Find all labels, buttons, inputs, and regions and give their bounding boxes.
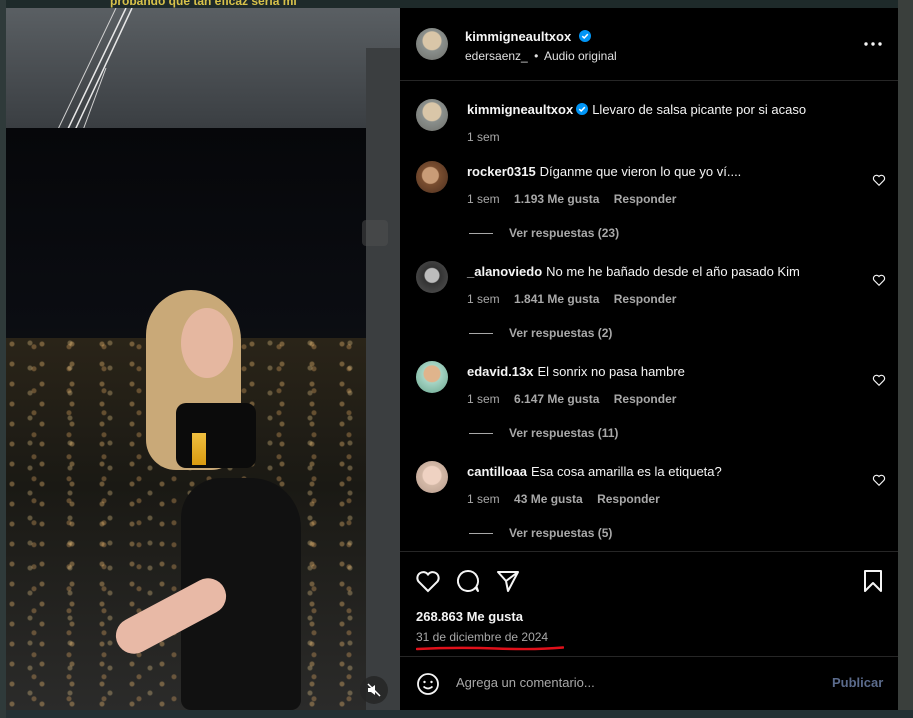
replies-line — [469, 433, 493, 435]
comment-body: cantilloaa Esa cosa amarilla es la etique… — [467, 463, 862, 480]
post-media-video[interactable] — [6, 8, 400, 710]
author-username[interactable]: kimmigneaultxox — [465, 29, 571, 44]
comment-meta: 1 sem 43 Me gusta Responder — [467, 492, 671, 506]
background-tile-bottom — [0, 710, 913, 718]
commenter-avatar[interactable] — [416, 161, 448, 193]
comment-heart-icon[interactable] — [872, 273, 886, 287]
audio-user[interactable]: edersaenz_ — [465, 49, 528, 63]
comment-text: Esa cosa amarilla es la etiqueta? — [530, 464, 722, 479]
audio-label[interactable]: Audio original — [544, 49, 617, 63]
share-send-icon[interactable] — [495, 568, 521, 594]
reply-button[interactable]: Responder — [614, 392, 677, 406]
comment-meta: 1 sem 1.841 Me gusta Responder — [467, 292, 687, 306]
comment-username[interactable]: edavid.13x — [467, 364, 534, 379]
comments-list[interactable]: kimmigneaultxox Llevaro de salsa picante … — [400, 81, 898, 551]
comment-meta: 1 sem 1.193 Me gusta Responder — [467, 192, 687, 206]
more-options-icon[interactable] — [862, 36, 884, 52]
figure-face — [181, 308, 233, 378]
comment-heart-icon[interactable] — [872, 373, 886, 387]
replies-line — [469, 333, 493, 335]
reply-button[interactable]: Responder — [614, 292, 677, 306]
figure-drink — [192, 433, 206, 465]
caption-meta: 1 sem — [467, 130, 511, 144]
comment-input[interactable]: Agrega un comentario... — [456, 675, 595, 690]
publish-button[interactable]: Publicar — [832, 675, 883, 690]
view-replies-label: Ver respuestas (23) — [509, 226, 620, 240]
post-date: 31 de diciembre de 2024 — [416, 630, 549, 644]
comment-body: edavid.13x El sonrix no pasa hambre — [467, 363, 862, 380]
comment-time: 1 sem — [467, 492, 500, 506]
commenter-avatar[interactable] — [416, 361, 448, 393]
emoji-icon[interactable] — [416, 672, 440, 696]
comment-username[interactable]: rocker0315 — [467, 164, 536, 179]
view-replies-button[interactable]: Ver respuestas (5) — [469, 526, 612, 540]
comment-composer: Agrega un comentario... Publicar — [400, 656, 898, 711]
figure-top — [176, 403, 256, 468]
comment-bubble-icon[interactable] — [455, 568, 481, 594]
commenter-avatar[interactable] — [416, 261, 448, 293]
comment-meta: 1 sem 6.147 Me gusta Responder — [467, 392, 687, 406]
reply-button[interactable]: Responder — [614, 192, 677, 206]
comment-likes[interactable]: 1.193 Me gusta — [514, 192, 599, 206]
comment-time: 1 sem — [467, 192, 500, 206]
comment-text: El sonrix no pasa hambre — [537, 364, 685, 379]
audio-separator: • — [534, 49, 539, 63]
view-replies-button[interactable]: Ver respuestas (23) — [469, 226, 619, 240]
view-replies-label: Ver respuestas (5) — [509, 526, 613, 540]
post-detail-panel: kimmigneaultxox edersaenz_ • Audio origi… — [400, 8, 898, 710]
post-actions: 268.863 Me gusta 31 de diciembre de 2024 — [400, 551, 898, 652]
bookmark-icon[interactable] — [860, 568, 886, 594]
replies-line — [469, 233, 493, 235]
comment-likes[interactable]: 43 Me gusta — [514, 492, 583, 506]
caption-avatar[interactable] — [416, 99, 448, 131]
caption-username[interactable]: kimmigneaultxox — [467, 102, 573, 117]
view-replies-label: Ver respuestas (11) — [509, 426, 619, 440]
comment-time: 1 sem — [467, 392, 500, 406]
author-name-row: kimmigneaultxox — [465, 28, 591, 46]
caption-body: kimmigneaultxox Llevaro de salsa picante … — [467, 101, 862, 118]
comment-text: No me he bañado desde el año pasado Kim — [546, 264, 800, 279]
mute-button[interactable] — [360, 676, 388, 704]
verified-badge-icon — [578, 30, 591, 42]
red-underline-annotation — [416, 646, 564, 651]
comment-text: Díganme que vieron lo que yo ví.... — [539, 164, 742, 179]
commenter-avatar[interactable] — [416, 461, 448, 493]
speaker-muted-icon — [367, 683, 381, 697]
comment-username[interactable]: cantilloaa — [467, 464, 527, 479]
comment-heart-icon[interactable] — [872, 473, 886, 487]
replies-line — [469, 533, 493, 535]
media-wall — [366, 48, 400, 710]
view-replies-label: Ver respuestas (2) — [509, 326, 613, 340]
media-wall-fixture — [362, 220, 388, 246]
verified-badge-icon — [576, 103, 589, 115]
caption-text: Llevaro de salsa picante por si acaso — [592, 102, 807, 117]
view-replies-button[interactable]: Ver respuestas (11) — [469, 426, 618, 440]
like-heart-icon[interactable] — [415, 568, 441, 594]
reply-button[interactable]: Responder — [597, 492, 660, 506]
likes-count[interactable]: 268.863 Me gusta — [416, 609, 523, 624]
view-replies-button[interactable]: Ver respuestas (2) — [469, 326, 612, 340]
author-avatar[interactable] — [416, 28, 448, 60]
post-header: kimmigneaultxox edersaenz_ • Audio origi… — [400, 8, 898, 81]
comment-body: _alanoviedo No me he bañado desde el año … — [467, 263, 862, 280]
comment-heart-icon[interactable] — [872, 173, 886, 187]
audio-info: edersaenz_ • Audio original — [465, 49, 617, 63]
comment-likes[interactable]: 6.147 Me gusta — [514, 392, 599, 406]
comment-time: 1 sem — [467, 292, 500, 306]
background-tile-right — [898, 0, 913, 718]
caption-time: 1 sem — [467, 130, 500, 144]
comment-username[interactable]: _alanoviedo — [467, 264, 542, 279]
comment-likes[interactable]: 1.841 Me gusta — [514, 292, 599, 306]
background-caption: probando que tan eficaz sería mi — [110, 0, 297, 8]
comment-body: rocker0315 Díganme que vieron lo que yo v… — [467, 163, 862, 180]
